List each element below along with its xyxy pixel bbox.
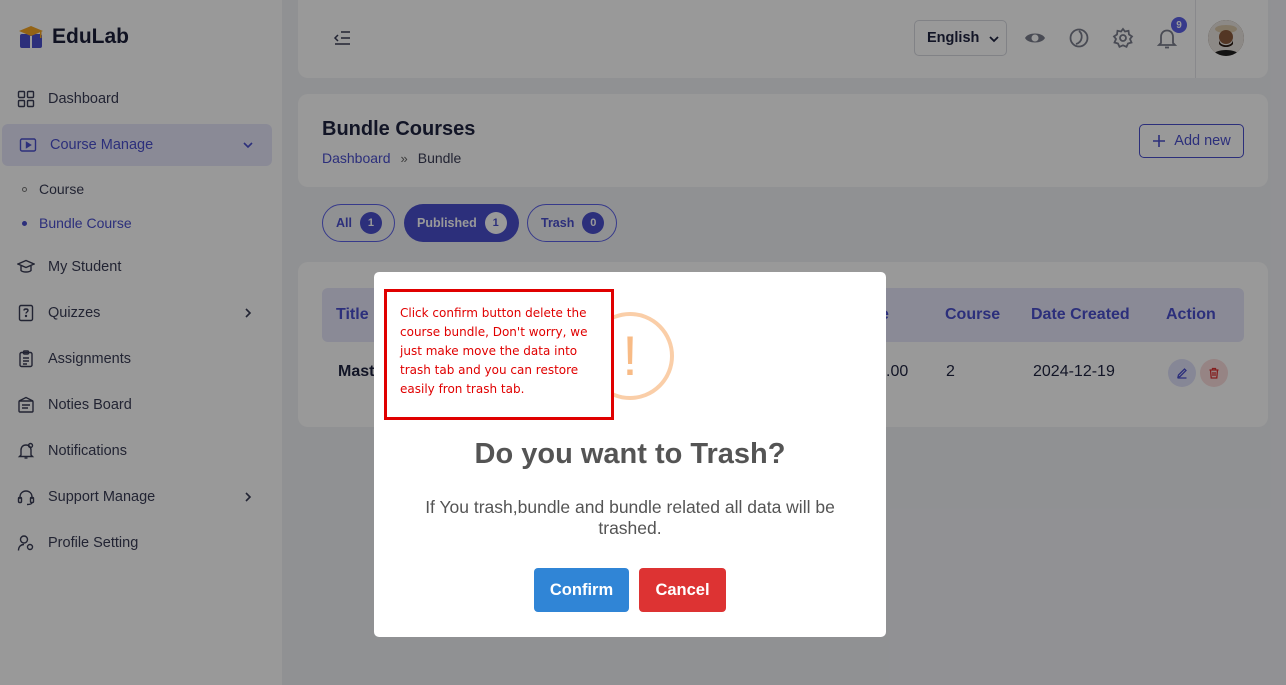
dialog-message: If You trash,bundle and bundle related a… xyxy=(425,497,835,538)
dialog-title: Do you want to Trash? xyxy=(474,438,786,470)
annotation-callout: Click confirm button delete the course b… xyxy=(384,289,614,420)
confirm-button[interactable]: Confirm xyxy=(534,568,629,612)
cancel-button[interactable]: Cancel xyxy=(639,568,726,612)
